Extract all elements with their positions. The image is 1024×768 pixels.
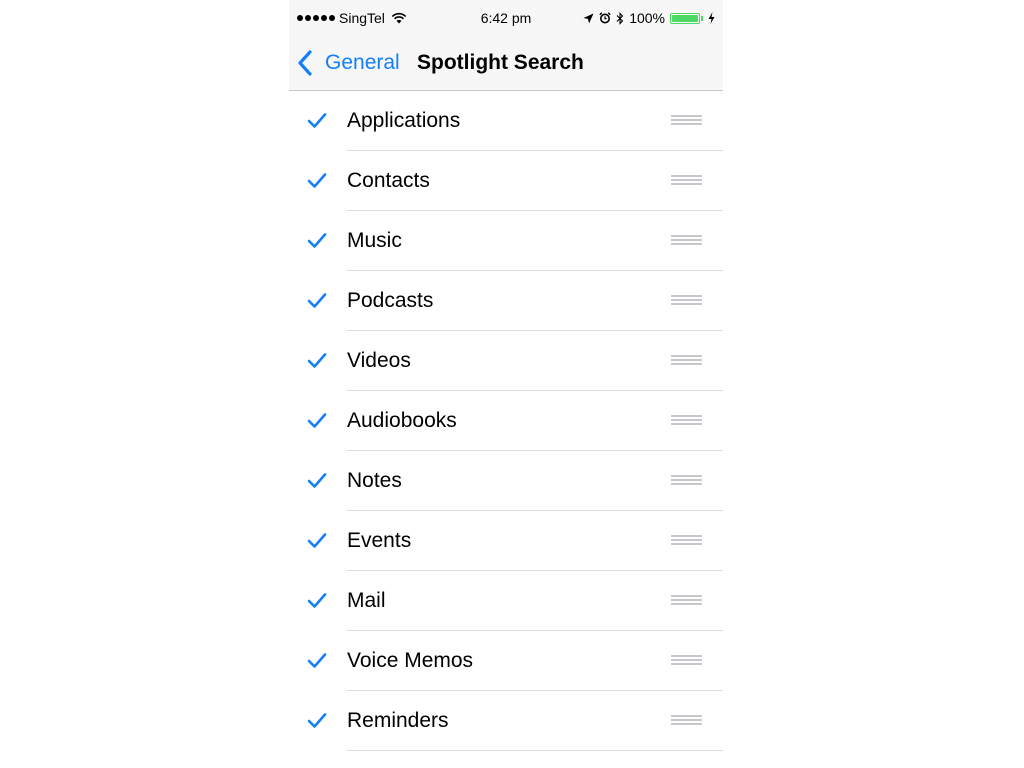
list-item[interactable]: Voice Memos	[289, 631, 723, 691]
reorder-handle-icon[interactable]	[671, 175, 702, 188]
list-item-label: Music	[347, 229, 402, 252]
checkmark-icon	[307, 533, 327, 548]
list-item-label: Contacts	[347, 169, 430, 192]
list-item-label: Audiobooks	[347, 409, 457, 432]
reorder-handle-icon[interactable]	[671, 415, 702, 428]
reorder-handle-icon[interactable]	[671, 715, 702, 728]
checkmark-icon	[307, 233, 327, 248]
checkmark-icon	[307, 353, 327, 368]
list-item[interactable]: Events	[289, 511, 723, 571]
checkmark-icon	[307, 713, 327, 728]
phone-screen: SingTel 6:42 pm 100% General Spotlight S…	[289, 0, 723, 768]
checkmark-icon	[307, 473, 327, 488]
reorder-handle-icon[interactable]	[671, 295, 702, 308]
reorder-handle-icon[interactable]	[671, 235, 702, 248]
reorder-handle-icon[interactable]	[671, 355, 702, 368]
list-item[interactable]: Mail	[289, 571, 723, 631]
navigation-bar: General Spotlight Search	[289, 36, 723, 91]
reorder-handle-icon[interactable]	[671, 655, 702, 668]
list-item-label: Podcasts	[347, 289, 434, 312]
checkmark-icon	[307, 413, 327, 428]
list-item-label: Voice Memos	[347, 649, 474, 672]
list-item-label: Events	[347, 529, 412, 552]
back-button[interactable]: General	[297, 48, 400, 78]
checkmark-icon	[307, 113, 327, 128]
battery-fill	[672, 14, 698, 22]
checkmark-icon	[307, 653, 327, 668]
list-item[interactable]: Podcasts	[289, 271, 723, 331]
alarm-icon	[599, 12, 611, 24]
list-item-label: Videos	[347, 349, 411, 372]
battery-percentage: 100%	[629, 10, 665, 26]
list-item-label: Reminders	[347, 709, 449, 732]
reorder-handle-icon[interactable]	[671, 535, 702, 548]
spotlight-search-list: Applications Contacts Music Podcasts Videos A…	[289, 91, 723, 751]
list-item[interactable]: Audiobooks	[289, 391, 723, 451]
battery-tip	[701, 15, 703, 21]
charging-bolt-icon	[708, 12, 715, 24]
list-item[interactable]: Reminders	[289, 691, 723, 751]
bluetooth-icon	[616, 11, 624, 25]
checkmark-icon	[307, 173, 327, 188]
location-arrow-icon	[583, 13, 594, 23]
back-button-label: General	[325, 51, 400, 74]
list-item-label: Applications	[347, 109, 461, 132]
list-item-label: Notes	[347, 469, 402, 492]
reorder-handle-icon[interactable]	[671, 475, 702, 488]
row-separator	[347, 750, 723, 751]
list-item[interactable]: Applications	[289, 91, 723, 151]
checkmark-icon	[307, 593, 327, 608]
battery-icon	[670, 12, 700, 24]
list-item-label: Mail	[347, 589, 386, 612]
list-item[interactable]: Contacts	[289, 151, 723, 211]
reorder-handle-icon[interactable]	[671, 115, 702, 128]
list-item[interactable]: Music	[289, 211, 723, 271]
list-item[interactable]: Videos	[289, 331, 723, 391]
chevron-left-icon	[298, 50, 312, 76]
status-right: 100%	[583, 9, 715, 27]
reorder-handle-icon[interactable]	[671, 595, 702, 608]
status-bar: SingTel 6:42 pm 100%	[289, 0, 723, 36]
checkmark-icon	[307, 293, 327, 308]
list-item[interactable]: Notes	[289, 451, 723, 511]
page-title: Spotlight Search	[417, 51, 584, 74]
